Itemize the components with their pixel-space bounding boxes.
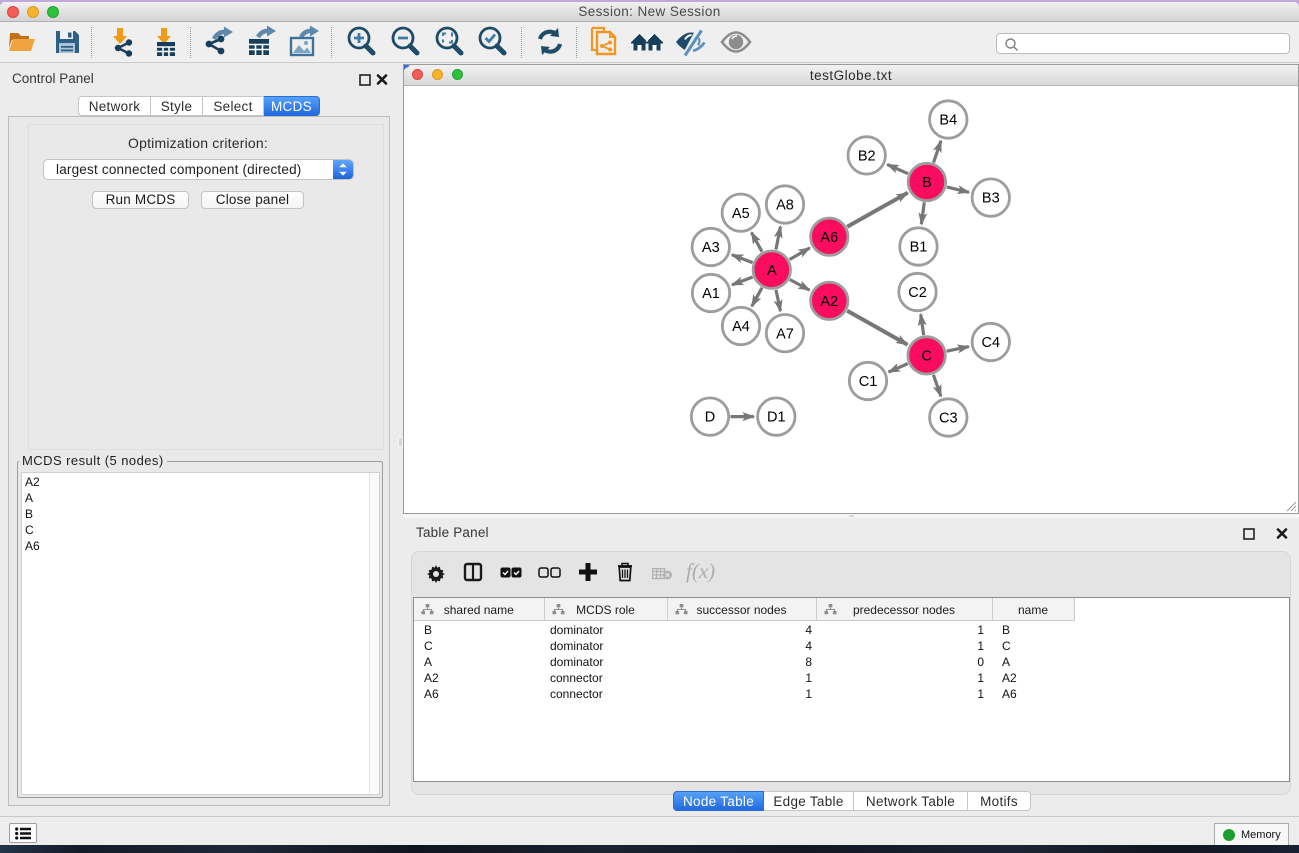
svg-text:B4: B4	[939, 113, 957, 129]
svg-text:A8: A8	[776, 198, 794, 214]
svg-text:C1: C1	[859, 374, 878, 390]
svg-text:A7: A7	[776, 326, 794, 342]
svg-text:C: C	[921, 349, 931, 365]
svg-text:A6: A6	[820, 230, 838, 246]
svg-text:D1: D1	[767, 410, 786, 426]
svg-text:A4: A4	[732, 319, 750, 335]
svg-text:C3: C3	[939, 411, 958, 427]
svg-text:A2: A2	[820, 294, 838, 310]
svg-text:B2: B2	[858, 149, 876, 165]
svg-text:A5: A5	[732, 206, 750, 222]
svg-text:D: D	[705, 410, 715, 426]
svg-text:C4: C4	[982, 335, 1001, 351]
svg-text:B1: B1	[910, 240, 928, 256]
svg-text:A3: A3	[702, 240, 720, 256]
svg-text:C2: C2	[908, 285, 927, 301]
svg-text:A1: A1	[702, 286, 720, 302]
svg-text:B: B	[922, 175, 932, 191]
svg-text:A: A	[767, 263, 777, 279]
svg-text:B3: B3	[982, 191, 1000, 207]
